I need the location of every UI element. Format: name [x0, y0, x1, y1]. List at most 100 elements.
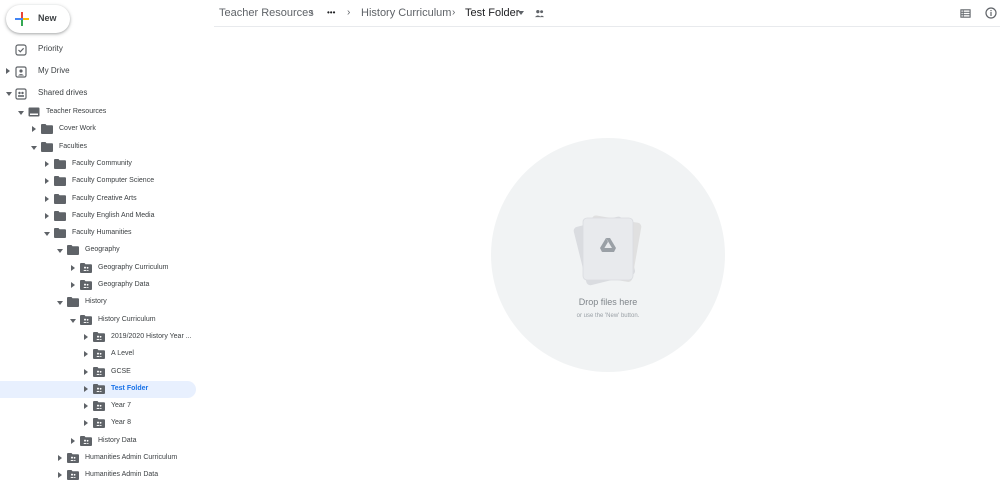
folder-icon	[54, 210, 66, 221]
tree-item-label: History	[85, 298, 107, 306]
tree-item-label: A Level	[111, 350, 134, 358]
drop-zone[interactable]	[491, 138, 725, 372]
tree-item[interactable]: Geography Curriculum	[0, 260, 200, 277]
shared-folder-icon	[80, 435, 92, 446]
shared-drives-icon	[15, 88, 27, 100]
expand-arrow-icon[interactable]	[84, 351, 88, 358]
expand-arrow-icon[interactable]	[71, 264, 75, 271]
tree-item[interactable]: History	[0, 294, 200, 311]
tree-item[interactable]: Faculty Community	[0, 156, 200, 173]
folder-icon	[41, 141, 53, 152]
collapse-arrow-icon[interactable]	[70, 318, 76, 323]
expand-arrow-icon[interactable]	[45, 212, 49, 219]
expand-arrow-icon[interactable]	[58, 455, 62, 461]
info-icon[interactable]	[985, 7, 997, 19]
folder-icon	[41, 124, 53, 135]
nav-priority[interactable]: Priority	[0, 40, 214, 60]
collapse-arrow-icon[interactable]	[31, 145, 37, 150]
expand-arrow-icon[interactable]	[58, 472, 62, 479]
drop-files-subtitle: or use the 'New' button.	[576, 313, 640, 319]
tree-item[interactable]: Humanities Admin Curriculum	[0, 450, 200, 467]
tree-item[interactable]: Year 7	[0, 398, 200, 415]
collapse-arrow-icon[interactable]	[18, 111, 24, 115]
tree-item-label: Faculty Community	[72, 159, 132, 167]
breadcrumb-teacher-resources[interactable]: Teacher Resources	[219, 7, 314, 19]
folder-icon	[54, 193, 66, 204]
folder-icon	[54, 228, 66, 239]
tree-item-label: Faculty Computer Science	[72, 177, 155, 185]
expand-arrow-icon[interactable]	[45, 178, 49, 185]
tree-item[interactable]: Faculty Humanities	[0, 225, 200, 242]
expand-arrow-icon[interactable]	[71, 437, 75, 444]
new-button[interactable]: New	[6, 5, 70, 33]
breadcrumb-current-folder[interactable]: Test Folder	[465, 7, 519, 19]
chevron-down-icon	[518, 11, 524, 15]
tree-item-label: Faculties	[59, 142, 88, 150]
expand-arrow-icon[interactable]	[6, 68, 10, 74]
collapse-arrow-icon[interactable]	[6, 92, 12, 96]
folder-menu-dropdown-icon[interactable]	[518, 11, 524, 15]
folder-icon	[54, 176, 66, 187]
tree-item-label: History Curriculum	[98, 315, 156, 323]
tree-item-label: Geography Curriculum	[98, 263, 169, 271]
shared-folder-icon	[67, 470, 79, 480]
tree-item[interactable]: GCSE	[0, 364, 200, 381]
expand-arrow-icon[interactable]	[84, 333, 88, 340]
shared-folder-icon	[93, 383, 105, 394]
expand-arrow-icon[interactable]	[45, 160, 49, 167]
tree-item[interactable]: Teacher Resources	[0, 104, 200, 121]
expand-arrow-icon[interactable]	[32, 126, 36, 133]
expand-arrow-icon[interactable]	[84, 420, 88, 427]
tree-item[interactable]: Cover Work	[0, 121, 200, 138]
expand-arrow-icon[interactable]	[84, 368, 88, 375]
tree-item[interactable]: Faculty English And Media	[0, 208, 200, 225]
tree-item-label: Faculty Humanities	[72, 229, 132, 237]
breadcrumb-history-curriculum[interactable]: History Curriculum	[361, 7, 451, 19]
nav-shared-drives-label: Shared drives	[38, 88, 88, 97]
tree-item[interactable]: Humanities Admin Data	[0, 467, 200, 480]
tree-item[interactable]: History Curriculum	[0, 312, 200, 329]
shared-folder-icon	[93, 349, 105, 360]
shared-folder-icon	[80, 280, 92, 290]
tree-item-label: Geography Data	[98, 281, 150, 288]
expand-arrow-icon[interactable]	[45, 195, 49, 202]
collapse-arrow-icon[interactable]	[44, 232, 50, 237]
tree-item[interactable]: Year 8	[0, 415, 200, 432]
tree-item[interactable]: Geography Data	[0, 277, 200, 294]
tree-item[interactable]: 2019/2020 History Year ...	[0, 329, 200, 346]
collapse-arrow-icon[interactable]	[57, 249, 63, 254]
shared-folder-icon	[80, 314, 92, 325]
nav-priority-label: Priority	[38, 44, 63, 53]
header-bar: Teacher Resources › ••• › History Curric…	[214, 0, 1000, 27]
expand-arrow-icon[interactable]	[84, 385, 88, 392]
tree-item[interactable]: Faculty Computer Science	[0, 173, 200, 190]
nav-my-drive[interactable]: My Drive	[0, 62, 214, 82]
shared-folder-icon	[80, 262, 92, 273]
tree-item[interactable]: Faculty Creative Arts	[0, 191, 200, 208]
sidebar: New Priority My Drive Shared drives Teac…	[0, 0, 214, 480]
tree-item[interactable]: History Data	[0, 433, 200, 450]
drive-files-illustration-icon	[573, 215, 642, 286]
tree-item-label: Faculty English And Media	[72, 211, 155, 219]
my-drive-icon	[15, 66, 27, 78]
tree-item-label: Year 8	[111, 419, 131, 427]
expand-arrow-icon[interactable]	[71, 282, 75, 288]
tree-item[interactable]: Faculties	[0, 139, 200, 156]
tree-item-label: History Data	[98, 436, 137, 444]
breadcrumb-separator: ›	[347, 7, 351, 18]
breadcrumb-separator: ›	[310, 7, 314, 18]
tree-item[interactable]: A Level	[0, 346, 200, 363]
nav-shared-drives[interactable]: Shared drives	[0, 84, 214, 104]
tree-item[interactable]: Test Folder	[0, 380, 196, 398]
shared-people-icon[interactable]	[534, 8, 545, 19]
collapse-arrow-icon[interactable]	[57, 301, 63, 306]
shared-drive-icon	[28, 107, 40, 117]
tree-item-label: Geography	[85, 246, 120, 254]
shared-folder-icon	[93, 331, 105, 342]
list-view-icon[interactable]	[960, 8, 971, 19]
folder-icon	[67, 297, 79, 308]
tree-item[interactable]: Geography	[0, 242, 200, 259]
expand-arrow-icon[interactable]	[84, 403, 88, 410]
breadcrumb-more-button[interactable]: •••	[327, 8, 335, 17]
shared-folder-icon	[93, 401, 105, 412]
